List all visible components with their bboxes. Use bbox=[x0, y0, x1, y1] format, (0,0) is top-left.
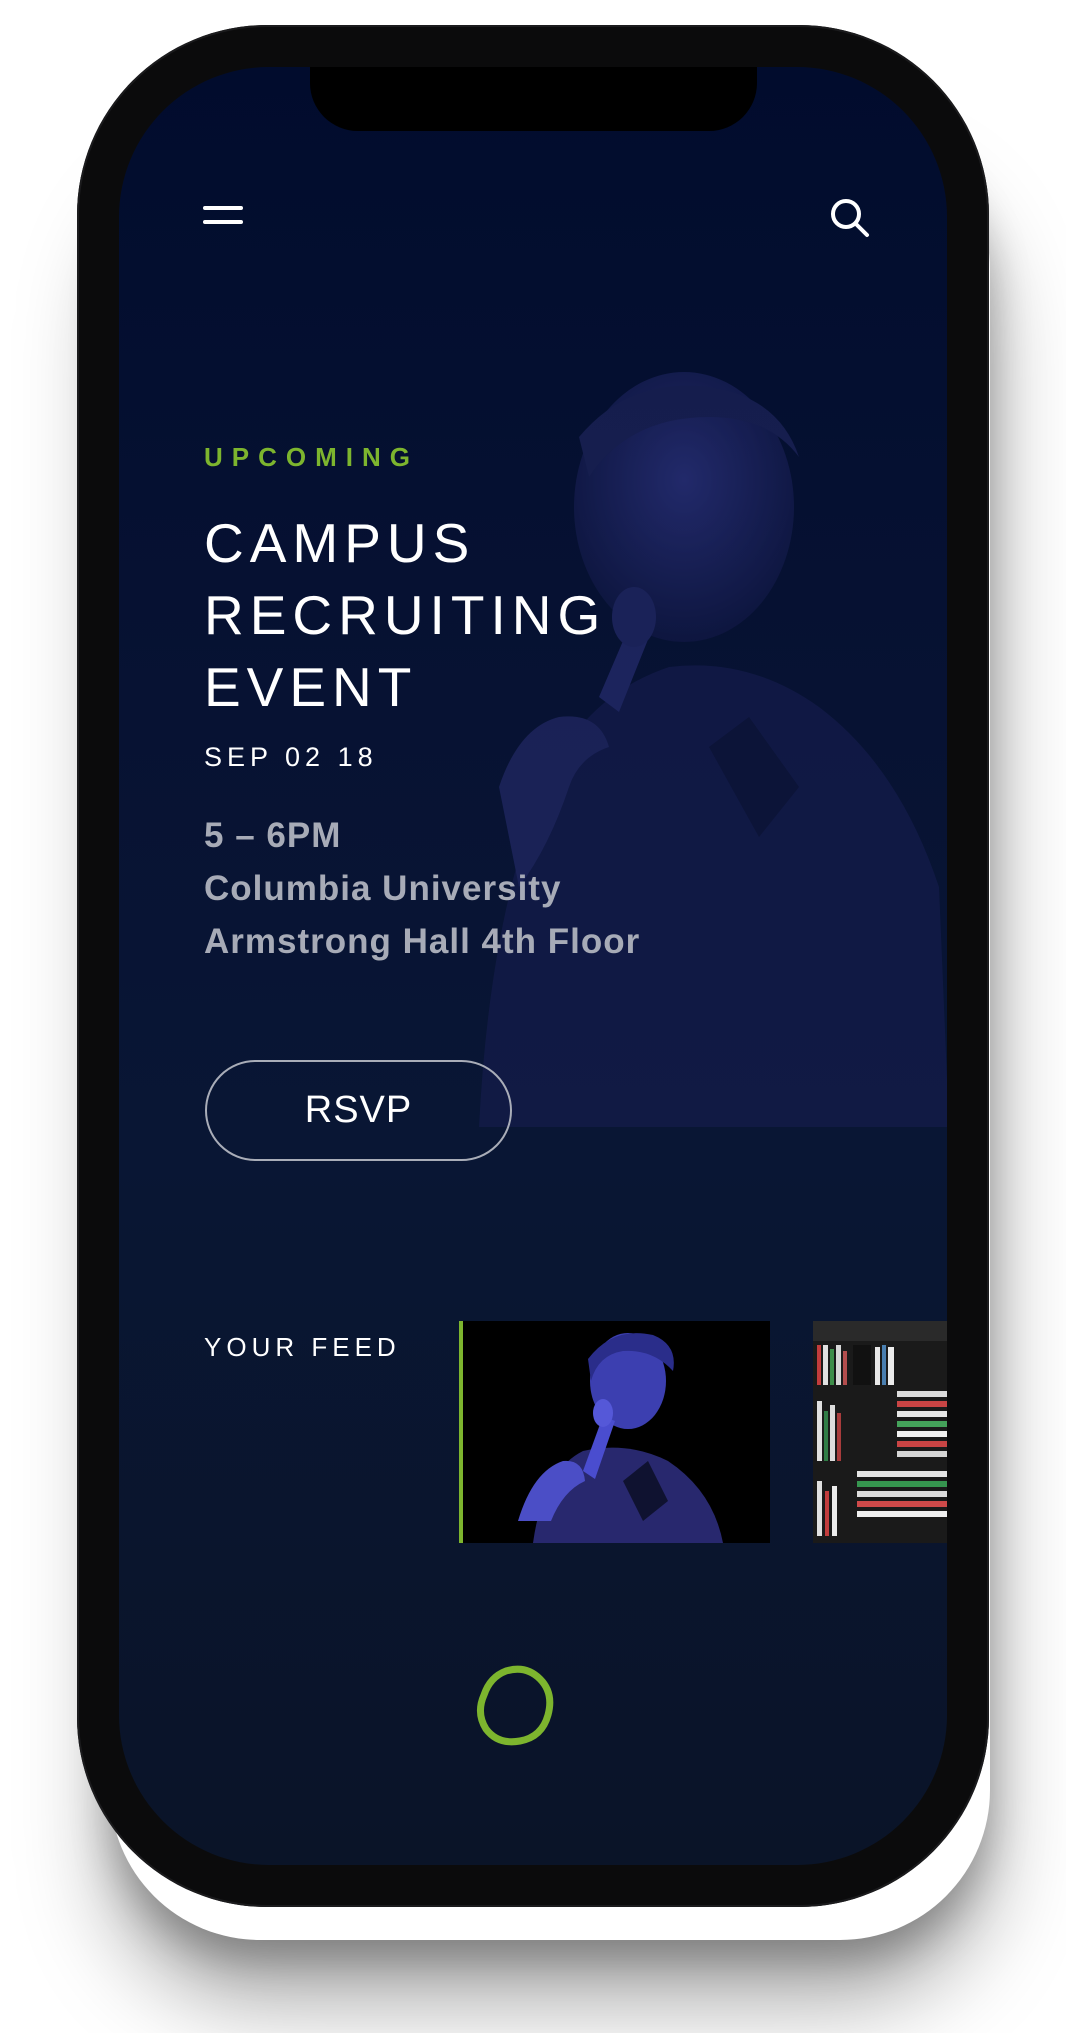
event-title-line: CAMPUS bbox=[204, 512, 476, 574]
event-time: 5 – 6PM bbox=[204, 816, 342, 855]
event-title: CAMPUS RECRUITING EVENT bbox=[204, 507, 606, 723]
search-icon bbox=[831, 199, 869, 237]
rsvp-button[interactable]: RSVP bbox=[205, 1060, 512, 1161]
device-notch bbox=[310, 67, 757, 131]
search-button[interactable] bbox=[827, 195, 873, 241]
event-date: SEP 02 18 bbox=[204, 742, 378, 772]
app-screen: UPCOMING CAMPUS RECRUITING EVENT SEP 02 … bbox=[119, 67, 947, 1865]
feed-card[interactable] bbox=[459, 1321, 770, 1543]
event-room: Armstrong Hall 4th Floor bbox=[204, 922, 641, 961]
blob-ring-icon bbox=[477, 1665, 554, 1746]
event-details: 5 – 6PM Columbia University Armstrong Ha… bbox=[204, 809, 640, 968]
speaker-photo bbox=[463, 1321, 770, 1543]
menu-button[interactable] bbox=[203, 202, 247, 234]
event-location: Columbia University bbox=[204, 869, 562, 908]
home-button[interactable] bbox=[464, 1657, 564, 1757]
event-status: UPCOMING bbox=[204, 442, 419, 472]
bookshelf-photo bbox=[813, 1321, 947, 1543]
event-title-line: RECRUITING bbox=[204, 584, 607, 646]
event-title-line: EVENT bbox=[204, 656, 418, 718]
feed-card[interactable] bbox=[813, 1321, 947, 1543]
feed-label: YOUR FEED bbox=[204, 1332, 401, 1362]
hero-background-photo bbox=[479, 372, 947, 1127]
